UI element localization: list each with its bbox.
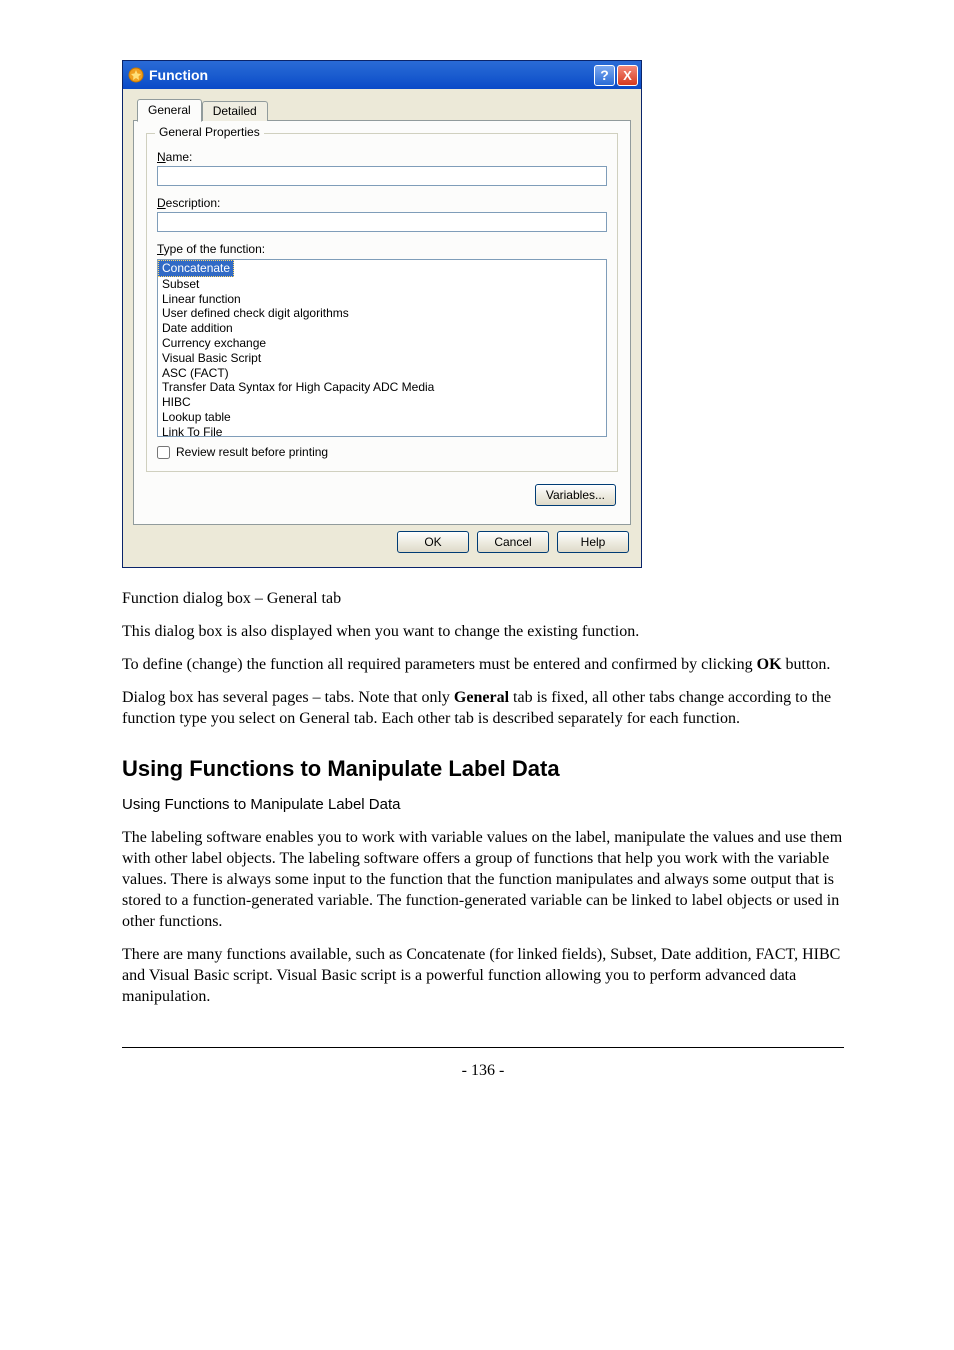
- list-item[interactable]: Transfer Data Syntax for High Capacity A…: [158, 380, 606, 395]
- help-button[interactable]: Help: [557, 531, 629, 553]
- review-checkbox[interactable]: [157, 446, 170, 459]
- help-icon[interactable]: ?: [594, 65, 615, 86]
- dialog-title: Function: [149, 67, 594, 83]
- function-type-listbox[interactable]: ConcatenateSubsetLinear functionUser def…: [157, 259, 607, 437]
- function-dialog: Function ? X General Detailed General Pr…: [122, 60, 642, 568]
- page-number: - 136 -: [122, 1062, 844, 1080]
- name-label: Name:: [157, 150, 607, 164]
- figure-caption: Function dialog box – General tab: [122, 588, 844, 609]
- description-label: Description:: [157, 196, 607, 210]
- paragraph: This dialog box is also displayed when y…: [122, 621, 844, 642]
- close-icon[interactable]: X: [617, 65, 638, 86]
- list-item[interactable]: Link To File: [158, 425, 606, 437]
- list-item[interactable]: Lookup table: [158, 410, 606, 425]
- app-icon: [128, 67, 144, 83]
- cancel-button[interactable]: Cancel: [477, 531, 549, 553]
- section-heading: Using Functions to Manipulate Label Data: [122, 756, 844, 782]
- name-field[interactable]: [157, 166, 607, 186]
- list-item[interactable]: Concatenate: [158, 260, 234, 277]
- list-item[interactable]: User defined check digit algorithms: [158, 306, 606, 321]
- ok-button[interactable]: OK: [397, 531, 469, 553]
- type-label: Type of the function:: [157, 242, 607, 256]
- paragraph: The labeling software enables you to wor…: [122, 827, 844, 933]
- titlebar: Function ? X: [123, 61, 641, 89]
- list-item[interactable]: Linear function: [158, 292, 606, 307]
- review-checkbox-label: Review result before printing: [176, 445, 328, 459]
- list-item[interactable]: Currency exchange: [158, 336, 606, 351]
- list-item[interactable]: ASC (FACT): [158, 366, 606, 381]
- paragraph: To define (change) the function all requ…: [122, 654, 844, 675]
- tabpanel-general: General Properties Name: Description: Ty…: [133, 120, 631, 525]
- paragraph: There are many functions available, such…: [122, 944, 844, 1007]
- tab-general[interactable]: General: [137, 99, 202, 122]
- list-item[interactable]: Visual Basic Script: [158, 351, 606, 366]
- footer-rule: [122, 1047, 844, 1048]
- section-subheading: Using Functions to Manipulate Label Data: [122, 796, 844, 813]
- tab-detailed[interactable]: Detailed: [202, 101, 268, 121]
- list-item[interactable]: Date addition: [158, 321, 606, 336]
- list-item[interactable]: HIBC: [158, 395, 606, 410]
- group-legend: General Properties: [155, 125, 264, 139]
- group-general-properties: General Properties Name: Description: Ty…: [146, 133, 618, 472]
- description-field[interactable]: [157, 212, 607, 232]
- variables-button[interactable]: Variables...: [535, 484, 616, 506]
- paragraph: Dialog box has several pages – tabs. Not…: [122, 687, 844, 729]
- list-item[interactable]: Subset: [158, 277, 606, 292]
- tabs: General Detailed: [137, 99, 631, 121]
